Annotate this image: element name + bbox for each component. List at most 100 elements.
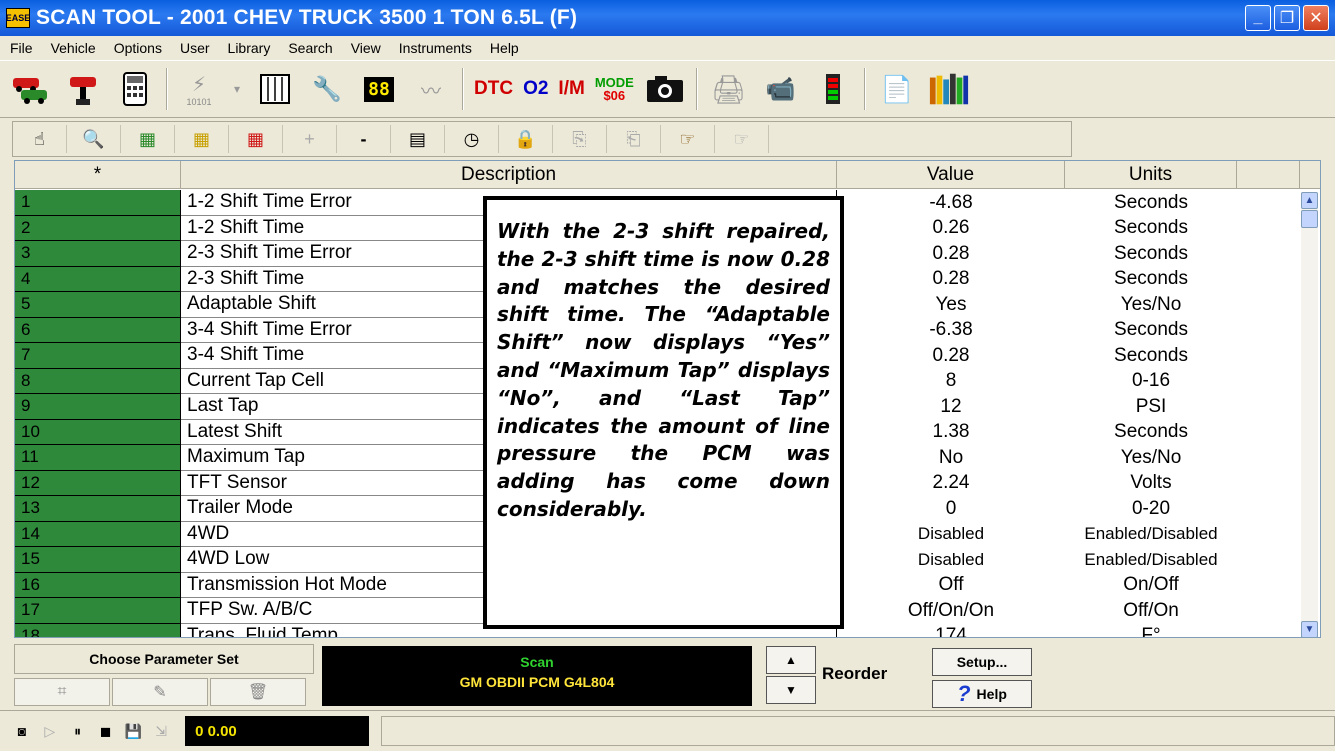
im-button[interactable]: I/M xyxy=(558,78,584,100)
meter-icon[interactable] xyxy=(812,68,854,110)
move-up-button[interactable]: ▲ xyxy=(766,646,816,674)
setup-button[interactable]: Setup... xyxy=(932,648,1032,676)
row-number[interactable]: 14 xyxy=(15,521,181,547)
main-toolbar: ⚡ 10101 ▾ 🔧 88 〰 DTC O2 I/M MODE $06 🖨 📹 📄 xyxy=(0,60,1335,118)
row-number[interactable]: 16 xyxy=(15,572,181,598)
group-green-icon[interactable]: ▦ xyxy=(121,125,175,153)
stop-icon[interactable]: ◼ xyxy=(94,718,118,744)
group-yellow-icon[interactable]: ▦ xyxy=(175,125,229,153)
scroll-thumb[interactable] xyxy=(1301,210,1318,228)
toolbar-separator xyxy=(462,68,464,110)
row-units: Yes/No xyxy=(1120,293,1182,315)
save-icon[interactable]: 💾 xyxy=(121,718,145,744)
pointer-icon[interactable]: ☞ xyxy=(661,125,715,153)
clock-icon[interactable]: ◷ xyxy=(445,125,499,153)
row-number[interactable]: 6 xyxy=(15,317,181,343)
printer-icon[interactable]: 🖨 xyxy=(708,68,750,110)
row-units: Seconds xyxy=(1114,191,1188,213)
row-number[interactable]: 15 xyxy=(15,547,181,573)
header-description[interactable]: Description xyxy=(181,161,837,188)
video-icon[interactable]: 📹 xyxy=(760,68,802,110)
record-icon[interactable]: ◙ xyxy=(10,718,34,744)
header-units[interactable]: Units xyxy=(1065,161,1237,188)
menu-file[interactable]: File xyxy=(0,40,41,56)
scroll-down-icon[interactable]: ▼ xyxy=(1301,621,1318,637)
row-units: Seconds xyxy=(1114,421,1188,443)
books-icon[interactable] xyxy=(928,68,970,110)
row-number[interactable]: 5 xyxy=(15,292,181,318)
menu-instruments[interactable]: Instruments xyxy=(389,40,480,56)
lock-icon[interactable]: 🔒 xyxy=(499,125,553,153)
lightning-icon[interactable]: ⚡ 10101 xyxy=(178,68,220,110)
menu-search[interactable]: Search xyxy=(278,40,340,56)
row-value: 2.24 xyxy=(932,472,970,494)
row-value: 1.38 xyxy=(932,421,970,443)
row-value: -4.68 xyxy=(929,191,973,213)
minimize-button[interactable]: _ xyxy=(1245,5,1271,31)
menu-options[interactable]: Options xyxy=(104,40,170,56)
scroll-up-icon[interactable]: ▲ xyxy=(1301,192,1318,209)
grid-toolbar: ☝ 🔍 ▦ ▦ ▦ + - ▤ ◷ 🔒 ⎘ ⎗ ☞ ☞ xyxy=(12,121,1072,157)
pointer-dim-icon[interactable]: ☞ xyxy=(715,125,769,153)
move-down-button[interactable]: ▼ xyxy=(766,676,816,704)
search-icon[interactable]: 🔍 xyxy=(67,125,121,153)
title-bar: EASE SCAN TOOL - 2001 CHEV TRUCK 3500 1 … xyxy=(0,0,1335,36)
row-units: Seconds xyxy=(1114,242,1188,264)
row-number[interactable]: 2 xyxy=(15,215,181,241)
row-number[interactable]: 7 xyxy=(15,343,181,369)
row-number[interactable]: 18 xyxy=(15,623,181,637)
maximize-button[interactable]: ❐ xyxy=(1274,5,1300,31)
digital-display-icon[interactable]: 88 xyxy=(358,68,400,110)
copy-icon[interactable]: ⎘ xyxy=(553,125,607,153)
row-number[interactable]: 3 xyxy=(15,241,181,267)
row-number[interactable]: 9 xyxy=(15,394,181,420)
new-set-icon[interactable]: ⌗ xyxy=(14,678,110,706)
row-number[interactable]: 8 xyxy=(15,368,181,394)
row-number[interactable]: 4 xyxy=(15,266,181,292)
graph-icon[interactable]: 〰 xyxy=(410,68,452,110)
help-button[interactable]: ? Help xyxy=(932,680,1032,708)
grid-view-icon[interactable]: ▤ xyxy=(391,125,445,153)
header-value[interactable]: Value xyxy=(837,161,1065,188)
choose-parameter-set-label: Choose Parameter Set xyxy=(14,644,314,674)
cars-icon[interactable] xyxy=(10,68,52,110)
scan-status-panel: Scan GM OBDII PCM G4L804 xyxy=(322,646,752,706)
menu-help[interactable]: Help xyxy=(480,40,527,56)
play-icon[interactable]: ▷ xyxy=(38,718,62,744)
dtc-button[interactable]: DTC xyxy=(474,78,513,100)
row-number[interactable]: 10 xyxy=(15,419,181,445)
paste-icon[interactable]: ⎗ xyxy=(607,125,661,153)
row-number[interactable]: 11 xyxy=(15,445,181,471)
close-button[interactable]: ✕ xyxy=(1303,5,1329,31)
o2-button[interactable]: O2 xyxy=(523,78,548,100)
pause-icon[interactable]: ⏸ xyxy=(66,718,90,744)
camera-icon[interactable] xyxy=(644,68,686,110)
row-number[interactable]: 1 xyxy=(15,190,181,216)
header-star[interactable]: * xyxy=(15,161,181,188)
vertical-scrollbar[interactable]: ▲ ▼ xyxy=(1301,192,1318,637)
binary-label: 10101 xyxy=(186,96,212,107)
export-icon[interactable]: ⇲ xyxy=(149,718,173,744)
trash-icon[interactable]: 🗑 xyxy=(210,678,306,706)
row-number[interactable]: 17 xyxy=(15,598,181,624)
menu-vehicle[interactable]: Vehicle xyxy=(41,40,104,56)
menu-user[interactable]: User xyxy=(170,40,218,56)
row-number[interactable]: 13 xyxy=(15,496,181,522)
edit-set-icon[interactable]: ✎ xyxy=(112,678,208,706)
plus-icon[interactable]: + xyxy=(283,125,337,153)
row-value: Off/On/On xyxy=(907,599,995,621)
table-icon[interactable] xyxy=(254,68,296,110)
tools-icon[interactable]: 🔧 xyxy=(306,68,348,110)
document-icon[interactable]: 📄 xyxy=(876,68,918,110)
row-number[interactable]: 12 xyxy=(15,470,181,496)
menu-view[interactable]: View xyxy=(341,40,389,56)
group-red-icon[interactable]: ▦ xyxy=(229,125,283,153)
calculator-icon[interactable] xyxy=(114,68,156,110)
plug-icon[interactable] xyxy=(62,68,104,110)
mode-06-button[interactable]: MODE $06 xyxy=(595,76,634,102)
chevron-down-icon[interactable]: ▾ xyxy=(230,68,244,110)
minus-icon[interactable]: - xyxy=(337,125,391,153)
hand-icon[interactable]: ☝ xyxy=(13,125,67,153)
row-units: F° xyxy=(1141,625,1161,638)
menu-library[interactable]: Library xyxy=(218,40,279,56)
